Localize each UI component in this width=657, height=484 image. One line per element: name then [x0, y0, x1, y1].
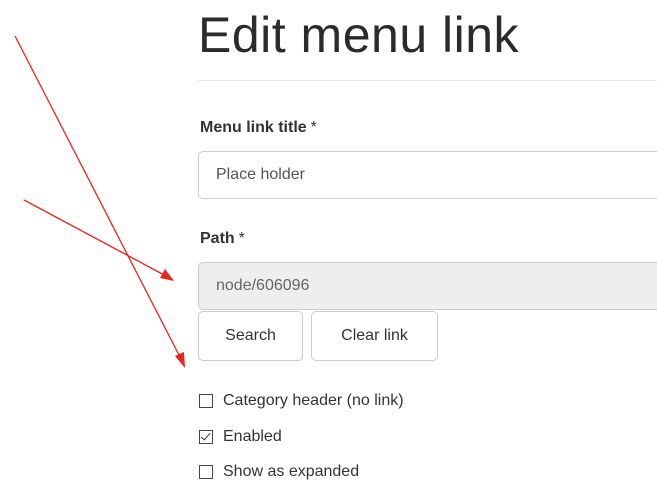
- arrow-to-checkbox: [14, 35, 185, 368]
- annotation-arrows: [14, 35, 185, 368]
- arrow-to-path-field: [23, 199, 174, 281]
